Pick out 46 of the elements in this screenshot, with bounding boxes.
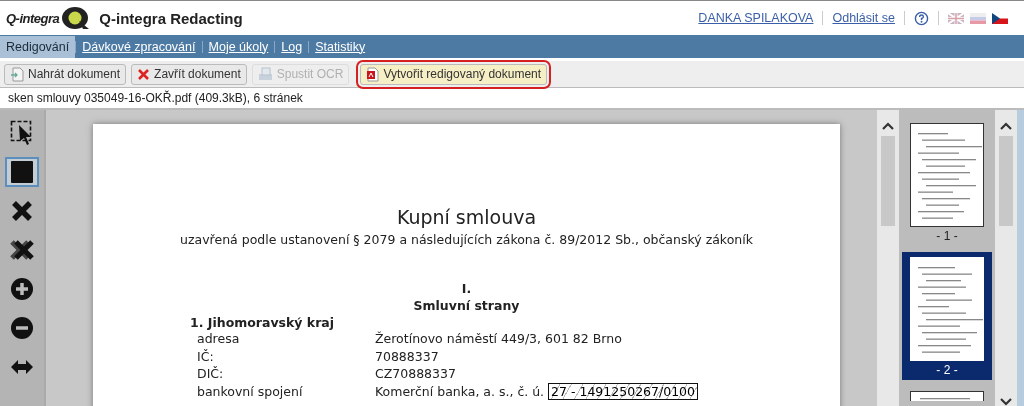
scrollbar-thumb[interactable] bbox=[881, 136, 895, 226]
help-icon[interactable] bbox=[914, 10, 929, 26]
page-thumbnail[interactable]: - 2 - bbox=[902, 252, 992, 380]
double-cross-icon bbox=[9, 239, 35, 261]
logo-text: Q-integra bbox=[6, 10, 60, 26]
rect-tool[interactable] bbox=[5, 157, 39, 187]
document-title: Kupní smlouva bbox=[395, 206, 538, 228]
field-value: 70888337 bbox=[375, 348, 439, 364]
field-label: DIČ: bbox=[197, 366, 225, 382]
scroll-up-icon[interactable] bbox=[882, 122, 894, 130]
nav-tab[interactable]: Statistiky bbox=[309, 35, 372, 58]
nav-tab[interactable]: Log bbox=[275, 35, 309, 58]
redacted-text: 27 - 1491250267/0100 bbox=[548, 382, 698, 400]
field-value: CZ70888337 bbox=[375, 366, 456, 382]
user-link[interactable]: DANKA SPILAKOVA bbox=[698, 11, 814, 25]
filled-square-icon bbox=[11, 161, 33, 183]
selection-icon bbox=[10, 120, 34, 146]
app-title: Q-integra Redacting bbox=[99, 9, 243, 27]
horizontal-arrows-icon bbox=[11, 360, 33, 374]
czech-flag-icon[interactable] bbox=[992, 12, 1008, 24]
document-import-icon bbox=[10, 66, 24, 82]
field-label: adresa bbox=[197, 331, 241, 347]
pdf-icon bbox=[366, 66, 380, 82]
field-value: Žerotínovo náměstí 449/3, 601 82 Brno bbox=[375, 331, 622, 347]
section-number: I. bbox=[460, 281, 473, 296]
scroll-up-icon[interactable] bbox=[1000, 122, 1012, 130]
party-heading: 1. Jihomoravský kraj bbox=[190, 315, 336, 330]
logout-link[interactable]: Odhlásit se bbox=[832, 11, 895, 25]
cross-icon bbox=[11, 200, 33, 222]
field-label: bankovní spojení bbox=[197, 383, 304, 399]
field-label: IČ: bbox=[197, 348, 215, 364]
document-subtitle: uzavřená podle ustanovení § 2079 a následujících zákona č. 89/2012 Sb., občanský zákoník bbox=[179, 232, 754, 247]
zoom-in-icon bbox=[11, 278, 33, 300]
toolbar-button[interactable]: Nahrát dokument bbox=[4, 63, 127, 85]
nav-tab[interactable]: Moje úkoly bbox=[202, 35, 275, 58]
scanner-icon bbox=[257, 67, 273, 81]
nav-tab[interactable]: Dávkové zpracování bbox=[76, 35, 202, 58]
page-thumbnail[interactable]: - 1 - bbox=[902, 118, 992, 246]
toolbar-button[interactable]: Zavřít dokument bbox=[131, 63, 247, 85]
zoom-out-icon bbox=[11, 317, 33, 339]
nav-tab[interactable]: Redigování bbox=[0, 35, 76, 58]
scroll-down-icon[interactable] bbox=[1000, 398, 1012, 406]
section-title: Smluvní strany bbox=[412, 298, 521, 313]
field-value: Komerční banka, a. s., č. ú. bbox=[375, 383, 545, 399]
scrollbar-thumb[interactable] bbox=[999, 136, 1013, 226]
close-icon bbox=[137, 67, 151, 81]
